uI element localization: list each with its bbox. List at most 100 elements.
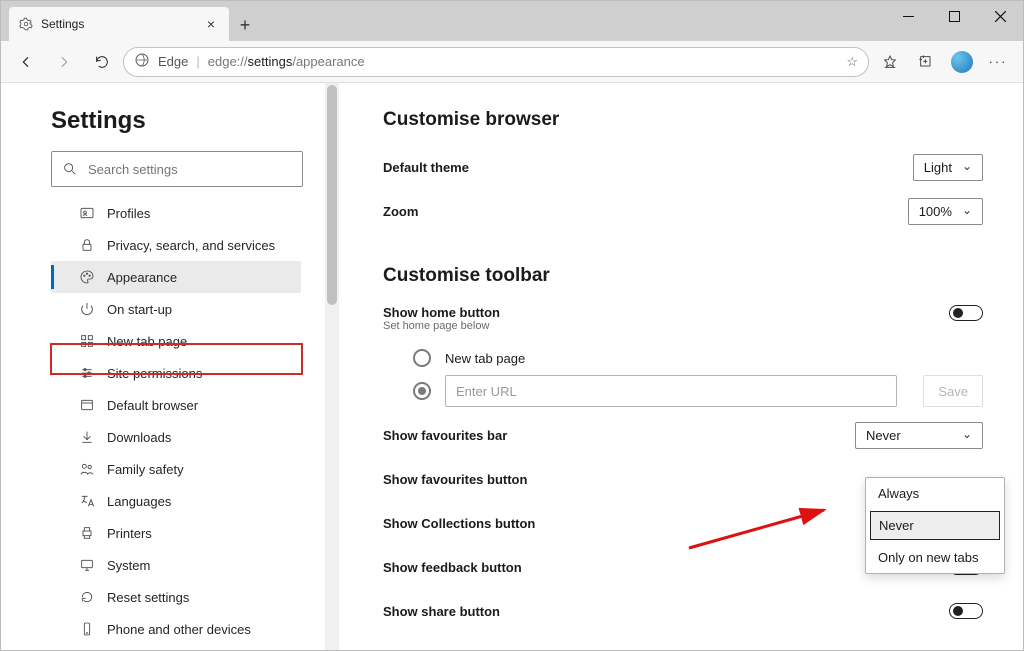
fav-btn-label: Show favourites button — [383, 472, 527, 487]
more-icon[interactable]: ··· — [981, 45, 1015, 79]
omnibox-url-host: settings — [248, 54, 293, 69]
nav-site-permissions[interactable]: Site permissions — [51, 357, 301, 389]
printer-icon — [79, 525, 95, 541]
nav-appearance[interactable]: Appearance — [51, 261, 301, 293]
profile-card-icon — [79, 205, 95, 221]
fav-bar-opt-always[interactable]: Always — [866, 478, 1004, 509]
tab-title: Settings — [41, 17, 203, 31]
window-minimize-button[interactable] — [885, 1, 931, 31]
back-button[interactable] — [9, 45, 43, 79]
radio-label: New tab page — [445, 351, 525, 366]
nav-privacy[interactable]: Privacy, search, and services — [51, 229, 301, 261]
tab-close-icon[interactable]: × — [203, 16, 219, 32]
nav-printers[interactable]: Printers — [51, 517, 301, 549]
search-settings-field[interactable] — [88, 162, 292, 177]
search-settings-input[interactable] — [51, 151, 303, 187]
section-customise-toolbar: Customise toolbar — [383, 265, 983, 287]
toolbar: Edge | edge://settings/appearance ☆ ··· — [1, 41, 1023, 83]
fav-bar-opt-never[interactable]: Never — [870, 511, 1000, 540]
nav-languages[interactable]: Languages — [51, 485, 301, 517]
nav-default-browser[interactable]: Default browser — [51, 389, 301, 421]
nav-newtab[interactable]: New tab page — [51, 325, 301, 357]
nav-label: New tab page — [107, 334, 187, 349]
newtab-button[interactable]: + — [229, 9, 261, 41]
sliders-icon — [79, 365, 95, 381]
home-label: Show home button — [383, 305, 500, 320]
browser-tab[interactable]: Settings × — [9, 7, 229, 41]
nav-startup[interactable]: On start-up — [51, 293, 301, 325]
refresh-button[interactable] — [85, 45, 119, 79]
window-close-button[interactable] — [977, 1, 1023, 31]
nav-label: On start-up — [107, 302, 172, 317]
settings-nav: Profiles Privacy, search, and services A… — [51, 197, 301, 645]
row-zoom: Zoom 100% — [383, 193, 983, 229]
fav-bar-dropdown-menu[interactable]: Always Never Only on new tabs — [865, 477, 1005, 574]
nav-label: Downloads — [107, 430, 171, 445]
radio-url[interactable]: Enter URL Save — [383, 375, 983, 407]
search-icon — [62, 161, 78, 177]
window-controls — [885, 1, 1023, 41]
favourites-icon[interactable] — [873, 45, 907, 79]
row-fav-bar: Show favourites bar Never — [383, 417, 983, 453]
zoom-value: 100% — [919, 204, 952, 219]
theme-label: Default theme — [383, 160, 469, 175]
nav-family[interactable]: Family safety — [51, 453, 301, 485]
forward-button[interactable] — [47, 45, 81, 79]
fav-bar-dropdown[interactable]: Never — [855, 422, 983, 449]
scrollbar-thumb[interactable] — [327, 85, 337, 305]
save-button[interactable]: Save — [923, 375, 983, 407]
sidebar-scrollbar[interactable] — [325, 83, 339, 650]
edge-logo-icon — [134, 52, 150, 71]
radio-new-tab-page[interactable]: New tab page — [383, 349, 983, 367]
home-url-input[interactable]: Enter URL — [445, 375, 897, 407]
radio-icon[interactable] — [413, 382, 431, 400]
address-bar[interactable]: Edge | edge://settings/appearance ☆ — [123, 47, 869, 77]
fav-bar-label: Show favourites bar — [383, 428, 507, 443]
nav-downloads[interactable]: Downloads — [51, 421, 301, 453]
lock-icon — [79, 237, 95, 253]
radio-icon[interactable] — [413, 349, 431, 367]
settings-sidebar: Settings Profiles Privacy, search, and s… — [1, 83, 325, 650]
nav-phone[interactable]: Phone and other devices — [51, 613, 301, 645]
profile-icon[interactable] — [945, 45, 979, 79]
download-icon — [79, 429, 95, 445]
nav-system[interactable]: System — [51, 549, 301, 581]
window-icon — [79, 397, 95, 413]
palette-icon — [79, 269, 95, 285]
nav-label: Reset settings — [107, 590, 189, 605]
nav-label: Family safety — [107, 462, 184, 477]
omnibox-sep: | — [196, 54, 199, 69]
theme-dropdown[interactable]: Light — [913, 154, 983, 181]
collections-label: Show Collections button — [383, 516, 535, 531]
system-icon — [79, 557, 95, 573]
home-toggle[interactable] — [949, 305, 983, 321]
nav-reset[interactable]: Reset settings — [51, 581, 301, 613]
home-sublabel: Set home page below — [383, 320, 500, 332]
favourite-star-icon[interactable]: ☆ — [846, 54, 858, 70]
family-icon — [79, 461, 95, 477]
collections-icon[interactable] — [909, 45, 943, 79]
grid-icon — [79, 333, 95, 349]
chevron-down-icon — [962, 204, 972, 219]
row-home-button: Show home button Set home page below — [383, 305, 983, 341]
nav-label: Privacy, search, and services — [107, 238, 275, 253]
feedback-label: Show feedback button — [383, 560, 522, 575]
share-toggle[interactable] — [949, 603, 983, 619]
window-maximize-button[interactable] — [931, 1, 977, 31]
fav-bar-value: Never — [866, 428, 901, 443]
languages-icon — [79, 493, 95, 509]
zoom-label: Zoom — [383, 204, 418, 219]
titlebar: Settings × + — [1, 1, 1023, 41]
nav-label: Site permissions — [107, 366, 202, 381]
chevron-down-icon — [962, 160, 972, 175]
nav-label: System — [107, 558, 150, 573]
share-label: Show share button — [383, 604, 500, 619]
power-icon — [79, 301, 95, 317]
fav-bar-opt-only-new-tabs[interactable]: Only on new tabs — [866, 542, 1004, 573]
nav-profiles[interactable]: Profiles — [51, 197, 301, 229]
reset-icon — [79, 589, 95, 605]
nav-label: Phone and other devices — [107, 622, 251, 637]
theme-value: Light — [924, 160, 952, 175]
nav-label: Appearance — [107, 270, 177, 285]
zoom-dropdown[interactable]: 100% — [908, 198, 983, 225]
